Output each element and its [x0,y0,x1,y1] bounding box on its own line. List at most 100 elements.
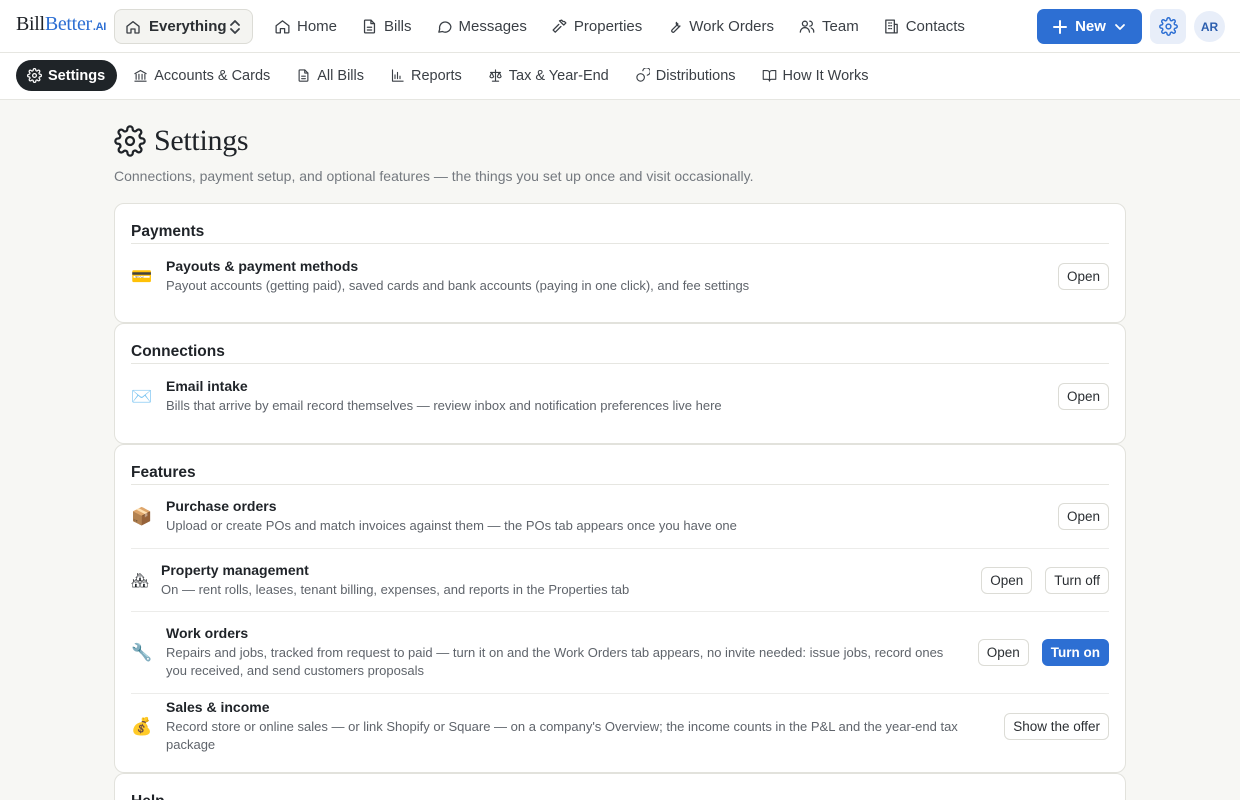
nav-team[interactable]: Team [798,18,859,35]
settings-row-purchase-orders: 📦 Purchase orders Upload or create POs a… [131,485,1109,549]
section-title: Features [131,445,1109,485]
subnav-distributions[interactable]: Distributions [635,60,736,91]
chevron-down-icon [1115,23,1125,30]
bar-chart-icon [391,69,404,82]
row-description: Record store or online sales — or link S… [166,718,958,752]
coins-icon [636,68,650,82]
row-description: Payout accounts (getting paid), saved ca… [166,278,750,293]
open-payouts-button[interactable]: Open [1057,263,1109,290]
nav-label: Bills [384,18,412,35]
secondary-bar: Settings Accounts & Cards All Bills Repo… [0,53,1240,100]
subnav-label: All Bills [317,67,364,84]
gear-icon [27,68,42,83]
row-description: Repairs and jobs, tracked from request t… [166,645,944,678]
nav-contacts[interactable]: Contacts [883,18,965,35]
new-button[interactable]: New [1037,9,1142,44]
nav-home[interactable]: Home [274,18,337,35]
brand-suffix: .AI [92,21,107,33]
subnav-reports[interactable]: Reports [390,60,462,91]
row-title: Payouts & payment methods [166,258,359,274]
brand-logo[interactable]: BillBetter.AI [16,13,106,36]
row-title: Sales & income [166,698,270,715]
scale-icon [489,69,502,82]
page-title-row: Settings [114,124,1126,158]
row-description: Upload or create POs and match invoices … [166,518,737,533]
subnav-all-bills[interactable]: All Bills [296,60,364,91]
bank-icon [134,69,147,82]
top-bar: BillBetter.AI Everything Home Bills Mess… [0,0,1240,53]
open-purchase-orders-button[interactable]: Open [1057,503,1109,530]
settings-button[interactable] [1150,9,1186,44]
chevron-up-down-icon [230,20,240,34]
subnav-tax-year-end[interactable]: Tax & Year-End [488,60,609,91]
home-icon [275,20,290,34]
book-icon [762,69,776,82]
row-text: Payouts & payment methods Payout account… [166,258,1058,295]
avatar-initials: AR [1200,19,1219,34]
turn-off-property-management-button[interactable]: Turn off [1045,566,1109,594]
row-description: Bills that arrive by email record themse… [166,398,722,413]
subnav-settings[interactable]: Settings [16,60,118,91]
row-text: Email intake Bills that arrive by email … [166,378,1058,415]
money-bag-icon: 💰 [131,716,153,736]
section-title: Help [131,774,1109,800]
secondary-nav: Settings Accounts & Cards All Bills Repo… [16,60,894,91]
subnav-label: How It Works [782,67,869,84]
row-actions: Open [1057,503,1109,530]
subnav-how-it-works[interactable]: How It Works [762,60,869,91]
page-title: Settings [154,124,249,157]
nav-label: Messages [458,18,527,35]
settings-row-property-management: 🏘 Property management On — rent rolls, l… [131,549,1109,612]
scope-label: Everything [149,18,227,35]
page-subtitle: Connections, payment setup, and optional… [114,168,754,184]
gear-icon [114,125,146,157]
open-property-management-button[interactable]: Open [981,566,1033,594]
subnav-label: Tax & Year-End [508,67,609,84]
row-description: On — rent rolls, leases, tenant billing,… [161,581,630,597]
nav-work-orders[interactable]: Work Orders [666,18,774,35]
nav-messages[interactable]: Messages [436,18,527,35]
brand-part2: Better [44,13,92,35]
subnav-label: Accounts & Cards [154,67,271,84]
row-actions: Open [1057,263,1109,290]
user-avatar[interactable]: AR [1194,11,1225,42]
nav-label: Team [822,18,859,35]
credit-card-icon: 💳 [131,267,153,286]
package-icon: 📦 [131,507,153,526]
row-title: Email intake [166,378,248,394]
settings-row-payouts: 💳 Payouts & payment methods Payout accou… [131,244,1109,309]
building-icon [884,19,898,34]
nav-label: Work Orders [689,18,775,35]
show-offer-button[interactable]: Show the offer [1004,712,1109,740]
section-title: Connections [131,324,1109,364]
new-button-label: New [1075,18,1106,35]
wrench-icon [671,21,681,33]
settings-row-work-orders: 🔧 Work orders Repairs and jobs, tracked … [131,612,1109,694]
hammer-icon [552,19,567,33]
nav-label: Contacts [905,18,965,35]
open-work-orders-button[interactable]: Open [977,639,1029,666]
scope-selector[interactable]: Everything [114,9,253,44]
subnav-accounts-cards[interactable]: Accounts & Cards [133,60,270,91]
row-title: Purchase orders [166,498,277,514]
row-actions: Show the offer [1004,712,1109,740]
chat-bubble-icon [437,21,452,33]
primary-nav: Home Bills Messages Properties Work Orde… [274,0,989,53]
nav-label: Properties [573,18,643,35]
section-title: Payments [131,204,1109,244]
nav-properties[interactable]: Properties [551,18,642,35]
turn-on-work-orders-button[interactable]: Turn on [1041,639,1109,666]
nav-label: Home [297,18,338,35]
nav-bills[interactable]: Bills [361,18,412,35]
row-text: Work orders Repairs and jobs, tracked fr… [166,625,978,680]
open-email-intake-button[interactable]: Open [1057,383,1109,410]
row-text: Purchase orders Upload or create POs and… [166,498,1058,535]
row-title: Property management [161,561,309,578]
row-actions: Open Turn on [977,639,1109,666]
document-icon [363,19,376,34]
home-icon [126,20,140,34]
document-icon [298,69,309,82]
row-text: Property management On — rent rolls, lea… [161,562,981,599]
gear-icon [1158,17,1178,36]
subnav-label: Settings [48,67,106,84]
